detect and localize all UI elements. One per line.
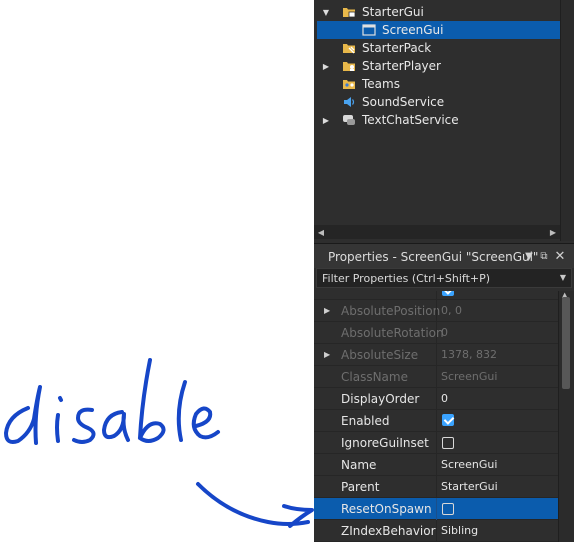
expand-right-icon[interactable]: ▶ [324,350,330,359]
arrow-stroke [196,482,310,526]
scroll-right-icon[interactable]: ▶ [546,225,560,239]
properties-title-bar: Properties - ScreenGui "ScreenGui" ▼ ⧉ ✕ [314,244,574,268]
studio-panels: ▼ StarterGui ScreenGui StarterPack ▶ Sta… [314,0,574,542]
starterpack-icon [343,44,355,54]
property-value: ScreenGui [441,370,498,383]
property-row-parent[interactable]: Parent StarterGui [314,476,558,498]
ignoreguiinset-checkbox[interactable] [442,437,454,449]
property-value[interactable]: Sibling [441,524,478,537]
tree-item-starterplayer[interactable]: ▶ StarterPlayer [317,57,560,75]
properties-vertical-scrollbar[interactable]: ▲ [558,291,574,542]
expand-right-icon[interactable]: ▶ [322,61,330,71]
properties-panel: Properties - ScreenGui "ScreenGui" ▼ ⧉ ✕… [314,243,574,542]
property-row-name[interactable]: Name ScreenGui [314,454,558,476]
letter-l [176,380,187,442]
letter-a [102,410,130,442]
startergui-folder-icon [343,8,356,18]
letter-i-dot [58,396,63,402]
checkbox-partial[interactable] [442,291,454,296]
property-value[interactable]: StarterGui [441,480,498,493]
expand-down-icon[interactable]: ▼ [322,7,330,17]
starterplayer-icon [343,62,355,71]
property-name: ResetOnSpawn [341,502,432,516]
explorer-panel: ▼ StarterGui ScreenGui StarterPack ▶ Sta… [314,0,574,241]
property-name: ClassName [341,370,408,384]
property-row-displayorder[interactable]: DisplayOrder 0 [314,388,558,410]
letter-e [191,406,220,440]
textchatservice-icon [343,115,355,125]
property-value: 1378, 832 [441,348,497,361]
tree-item-textchatservice[interactable]: ▶ TextChatService [317,111,560,129]
tree-item-label: StarterPack [362,41,432,55]
tree-item-startergui[interactable]: ▼ StarterGui [317,3,560,21]
enabled-checkbox[interactable] [442,414,454,426]
tree-item-label: ScreenGui [382,23,444,37]
property-row-partial [314,291,558,300]
property-row-zindexbehavior[interactable]: ZIndexBehavior Sibling [314,520,558,542]
letter-d [4,385,42,445]
explorer-horizontal-scrollbar[interactable]: ◀ ▶ [314,225,560,239]
property-name: Enabled [341,414,390,428]
tree-item-label: StarterPlayer [362,59,441,73]
letter-b [138,358,166,443]
tree-item-label: Teams [362,77,400,91]
property-name: Parent [341,480,380,494]
property-row-classname[interactable]: ClassName ScreenGui [314,366,558,388]
property-row-absoluterotation[interactable]: AbsoluteRotation 0 [314,322,558,344]
property-value: 0, 0 [441,304,462,317]
property-name: ZIndexBehavior [341,524,436,538]
property-row-absoluteposition[interactable]: ▶ AbsolutePosition 0, 0 [314,300,558,322]
properties-title: Properties - ScreenGui "ScreenGui" [328,250,539,264]
tree-item-label: StarterGui [362,5,424,19]
property-row-resetonspawn[interactable]: ResetOnSpawn [314,498,558,520]
expand-right-icon[interactable]: ▶ [322,115,330,125]
chevron-down-icon[interactable]: ▼ [560,273,566,282]
tree-item-label: TextChatService [362,113,459,127]
tree-item-teams[interactable]: Teams [317,75,560,93]
chevron-down-icon[interactable]: ▼ [522,248,536,264]
property-grid: ▶ AbsolutePosition 0, 0 AbsoluteRotation… [314,291,558,542]
letter-s [72,407,96,444]
property-name: AbsoluteRotation [341,326,444,340]
property-row-enabled[interactable]: Enabled [314,410,558,432]
property-row-ignoreguiinset[interactable]: IgnoreGuiInset [314,432,558,454]
property-value[interactable]: ScreenGui [441,458,497,471]
explorer-vertical-scrollbar[interactable] [560,0,574,241]
scroll-left-icon[interactable]: ◀ [314,225,328,239]
soundservice-icon [344,97,355,107]
close-icon[interactable]: ✕ [553,248,567,264]
teams-icon [343,80,355,89]
undock-icon[interactable]: ⧉ [537,248,551,264]
tree-item-starterpack[interactable]: StarterPack [317,39,560,57]
scrollbar-thumb[interactable] [562,297,570,389]
arrow-head [282,504,314,528]
resetonspawn-checkbox[interactable] [442,503,454,515]
expand-right-icon[interactable]: ▶ [324,306,330,315]
tree-item-soundservice[interactable]: SoundService [317,93,560,111]
tree-item-screengui[interactable]: ScreenGui [317,21,560,39]
screengui-icon [362,24,376,36]
letter-i [55,413,60,443]
property-name: AbsoluteSize [341,348,419,362]
filter-properties-input[interactable]: Filter Properties (Ctrl+Shift+P) ▼ [316,268,572,288]
property-name: Name [341,458,377,472]
property-name: AbsolutePosition [341,304,441,318]
filter-placeholder: Filter Properties (Ctrl+Shift+P) [322,272,491,285]
property-value: 0 [441,326,448,339]
property-value[interactable]: 0 [441,392,448,405]
tree-item-label: SoundService [362,95,445,109]
property-row-absolutesize[interactable]: ▶ AbsoluteSize 1378, 832 [314,344,558,366]
property-name: IgnoreGuiInset [341,436,429,450]
property-name: DisplayOrder [341,392,420,406]
